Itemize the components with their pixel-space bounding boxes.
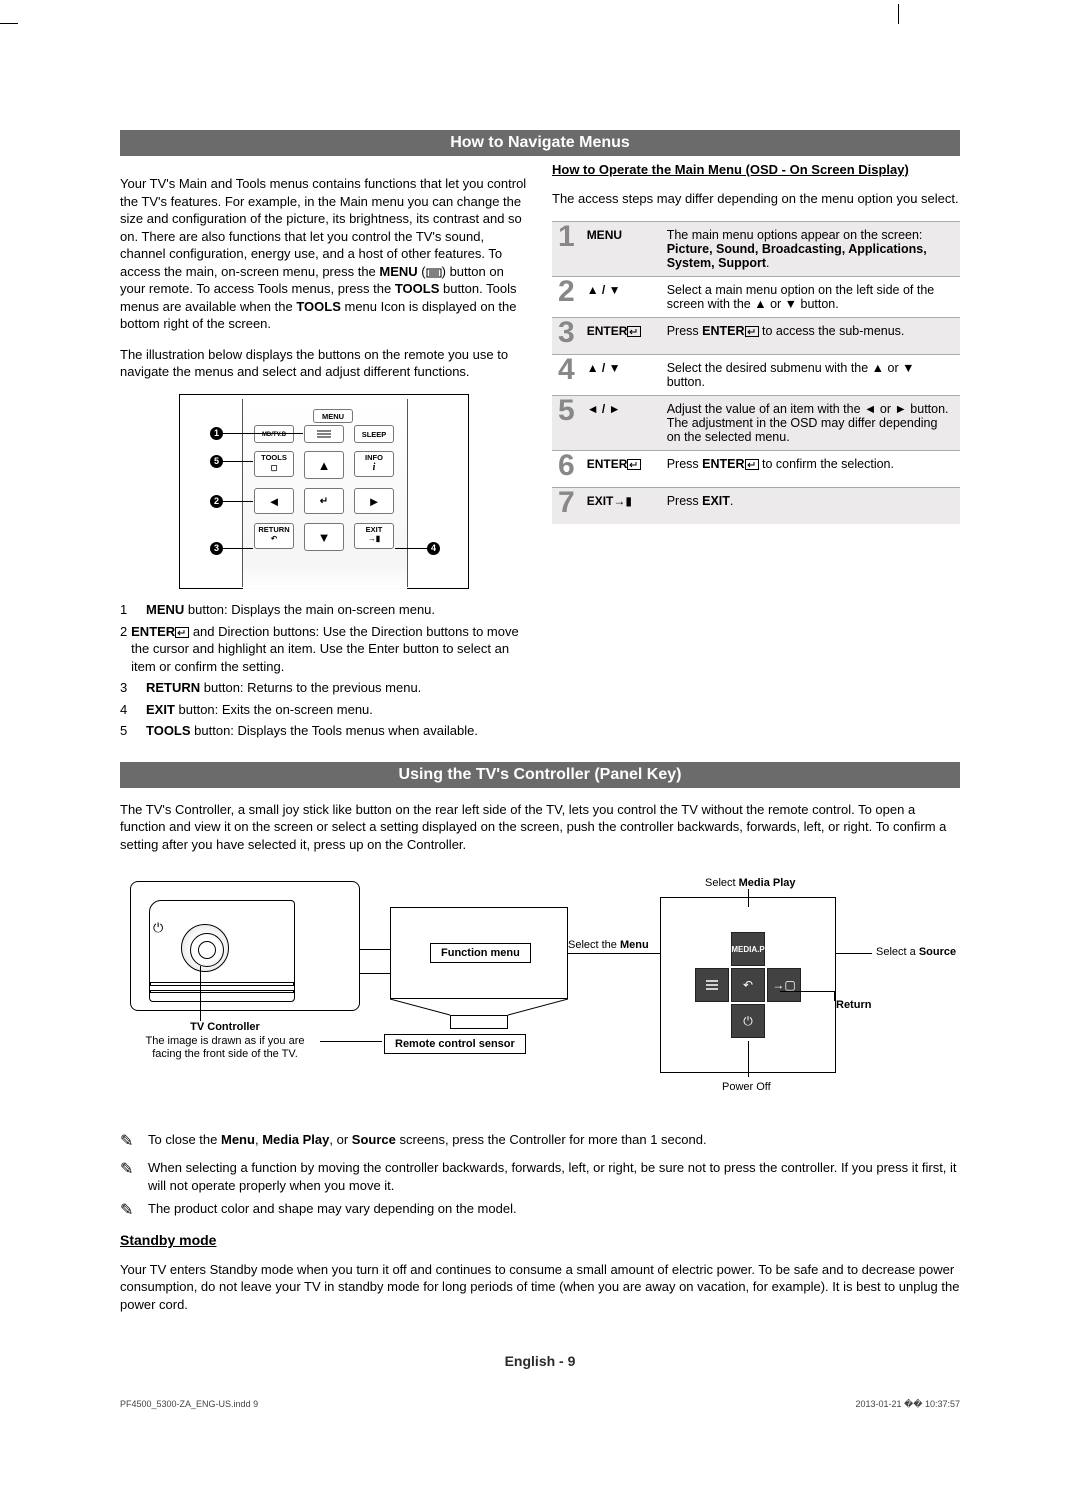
callout-2: 2 <box>210 495 223 508</box>
power-icon: ⏻ <box>153 920 163 936</box>
note-icon: ✎ <box>120 1159 140 1181</box>
menu-bars-icon <box>304 425 344 443</box>
enter-icon <box>175 627 189 638</box>
osd-heading: How to Operate the Main Menu (OSD - On S… <box>552 162 960 177</box>
power-off-label: Power Off <box>722 1081 771 1093</box>
remote-tools-button: TOOLS▢ <box>254 451 294 477</box>
enter-icon: ↵ <box>304 488 344 514</box>
legend-list: 1MENU button: Displays the main on-scree… <box>120 601 528 740</box>
arrow-right-icon: ► <box>354 488 394 514</box>
controller-diagram: ⏻ Function menu TV Controller The image … <box>120 871 960 1121</box>
remote-sleep-button: SLEEP <box>354 425 394 443</box>
select-menu-label: Select the Menu <box>568 939 649 951</box>
remote-exit-button: EXIT→▮ <box>354 523 394 549</box>
menu-bars-icon <box>426 268 442 278</box>
enter-icon <box>745 326 759 337</box>
tv-controller-label: TV Controller The image is drawn as if y… <box>130 1021 320 1061</box>
arrow-up-icon: ▲ <box>304 451 344 479</box>
callout-3: 3 <box>210 542 223 555</box>
controller-paragraph: The TV's Controller, a small joy stick l… <box>120 801 960 854</box>
enter-icon <box>745 459 759 470</box>
menu-bars-icon <box>695 968 729 1002</box>
note-2: ✎When selecting a function by moving the… <box>120 1159 960 1194</box>
remote-sensor-label: Remote control sensor <box>384 1034 526 1054</box>
section-header-navigate: How to Navigate Menus <box>120 130 960 156</box>
function-menu-label: Function menu <box>430 943 531 963</box>
remote-illustration: MENU MD/TV.B SLEEP TOOLS▢ INFOi ▲ ◄ ↵ ► … <box>179 394 469 589</box>
intro-paragraph: Your TV's Main and Tools menus contains … <box>120 175 528 333</box>
callout-4: 4 <box>427 542 440 555</box>
step-table: 1MENUThe main menu options appear on the… <box>552 221 960 524</box>
enter-icon <box>627 459 641 470</box>
page-footer: English - 9 <box>120 1353 960 1369</box>
note-3: ✎The product color and shape may vary de… <box>120 1200 960 1222</box>
select-source-label: Select a Source <box>876 946 956 958</box>
note-icon: ✎ <box>120 1200 140 1222</box>
mediap-icon: MEDIA.P <box>731 932 765 966</box>
return-icon: ↶ <box>731 968 765 1002</box>
osd-sub: The access steps may differ depending on… <box>552 190 960 208</box>
standby-heading: Standby mode <box>120 1232 960 1248</box>
return-label: Return <box>836 999 871 1011</box>
callout-5: 5 <box>210 455 223 468</box>
note-1: ✎To close the Menu, Media Play, or Sourc… <box>120 1131 960 1153</box>
standby-paragraph: Your TV enters Standby mode when you tur… <box>120 1261 960 1314</box>
remote-return-button: RETURN↶ <box>254 523 294 549</box>
enter-icon <box>627 326 641 337</box>
source-icon: →▢ <box>767 968 801 1002</box>
remote-info-button: INFOi <box>354 451 394 477</box>
intro-paragraph-2: The illustration below displays the butt… <box>120 346 528 381</box>
section-header-controller: Using the TV's Controller (Panel Key) <box>120 762 960 788</box>
arrow-down-icon: ▼ <box>304 523 344 551</box>
callout-1: 1 <box>210 427 223 440</box>
print-info: PF4500_5300-ZA_ENG-US.indd 9 2013-01-21 … <box>120 1399 960 1410</box>
select-media-label: Select Media Play <box>705 877 796 889</box>
note-icon: ✎ <box>120 1131 140 1153</box>
power-icon: ⏻ <box>731 1004 765 1038</box>
arrow-left-icon: ◄ <box>254 488 294 514</box>
remote-menu-button: MENU <box>313 409 353 423</box>
remote-mdisc-button: MD/TV.B <box>254 425 294 443</box>
